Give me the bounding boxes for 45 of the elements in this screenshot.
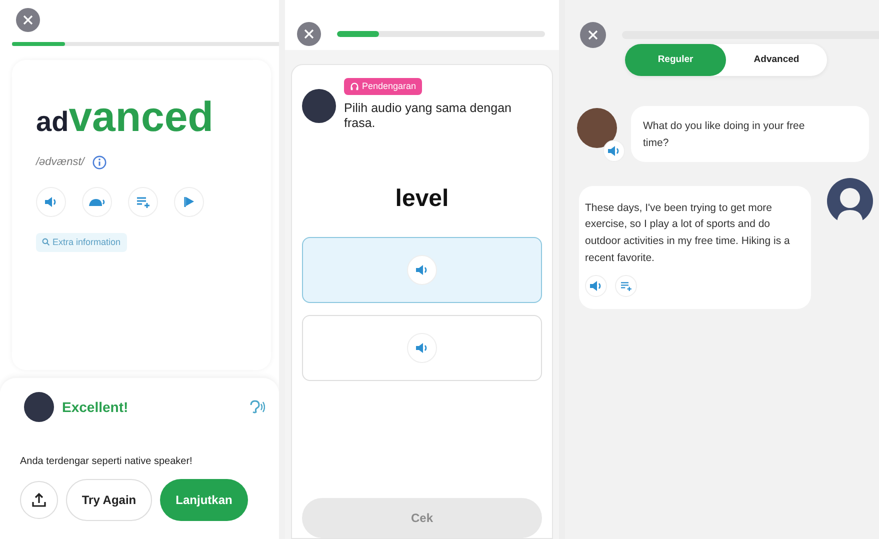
pronunciation-text: /ədvænst/ xyxy=(36,155,84,170)
prompt-text: Pilih audio yang sama dengan frasa. xyxy=(344,101,512,131)
avatar xyxy=(24,392,54,422)
flag-button[interactable] xyxy=(174,186,204,216)
speaker-button[interactable] xyxy=(603,140,625,162)
close-button[interactable] xyxy=(297,22,321,46)
speaker-icon xyxy=(415,342,429,354)
flag-icon xyxy=(183,196,195,208)
mode-tab[interactable]: Advanced xyxy=(726,44,827,76)
speaker-icon xyxy=(415,264,429,276)
mode-tab[interactable]: Reguler xyxy=(625,44,726,76)
quiz-word: level xyxy=(394,184,450,214)
speaker-icon xyxy=(44,196,58,208)
ear-icon[interactable] xyxy=(249,400,265,414)
speaker-icon xyxy=(589,280,603,292)
avatar xyxy=(302,89,336,123)
speaker-button[interactable] xyxy=(585,274,607,297)
add-to-list-button[interactable] xyxy=(615,274,637,297)
audio-option[interactable] xyxy=(302,237,542,303)
info-icon[interactable] xyxy=(92,154,108,170)
slow-speaker-button[interactable] xyxy=(82,186,112,216)
user-avatar-icon xyxy=(827,178,873,224)
category-badge: Pendengaran xyxy=(344,78,422,96)
speaker-button[interactable] xyxy=(36,186,66,216)
close-icon xyxy=(304,29,314,39)
headword: advanced xyxy=(36,96,214,138)
add-to-list-button[interactable] xyxy=(128,186,158,216)
share-button[interactable] xyxy=(20,481,58,519)
upload-icon xyxy=(31,492,47,508)
continue-button[interactable]: Lanjutkan xyxy=(160,479,248,521)
close-button[interactable] xyxy=(16,8,40,32)
feedback-title: Excellent! xyxy=(62,398,128,416)
message-text: These days, I've been trying to get more exercise, so I play a lot of sports and do outdoor activities in my free time. Hiking is a recent favorite. xyxy=(585,200,791,266)
add-list-icon xyxy=(620,280,632,291)
feedback-message: Anda terdengar seperti native speaker! xyxy=(20,455,194,469)
speaker-icon xyxy=(607,145,621,157)
close-button[interactable] xyxy=(580,22,606,48)
add-list-icon xyxy=(136,196,150,208)
message-bubble: What do you like doing in your free time? xyxy=(631,106,869,162)
close-icon xyxy=(588,30,598,40)
try-again-button[interactable]: Try Again xyxy=(66,479,152,521)
close-icon xyxy=(23,15,33,25)
search-icon xyxy=(42,238,50,246)
extra-information-button[interactable]: Extra information xyxy=(36,232,127,252)
headphones-icon xyxy=(350,82,359,91)
